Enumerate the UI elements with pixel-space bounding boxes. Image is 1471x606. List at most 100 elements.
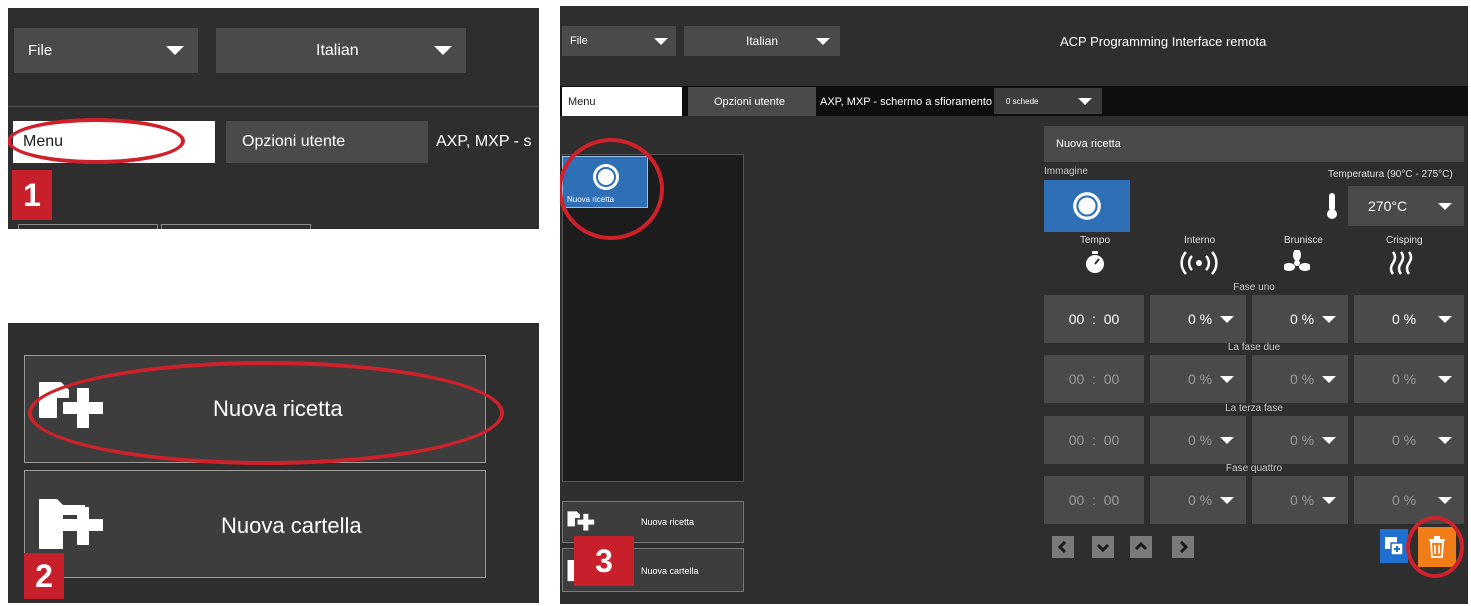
chevron-down-icon xyxy=(1322,315,1336,323)
phase-time-field[interactable]: 00 : 00 xyxy=(1044,295,1144,343)
tab-outline xyxy=(18,224,158,229)
phase-label: Fase uno xyxy=(1233,282,1275,293)
highlight-ring xyxy=(8,118,185,164)
file-dropdown-label: File xyxy=(570,35,588,47)
header-divider xyxy=(8,106,539,107)
phase-browning-value: 0 % xyxy=(1290,371,1315,387)
chevron-down-icon xyxy=(1438,436,1452,444)
chevron-down-icon xyxy=(816,37,830,45)
chevron-down-icon xyxy=(1220,496,1234,504)
temperature-dropdown[interactable]: 270°C xyxy=(1348,186,1464,226)
device-label-text: AXP, MXP - s xyxy=(436,133,532,150)
phase-internal-value: 0 % xyxy=(1188,492,1213,508)
new-folder-button[interactable]: Nuova cartella xyxy=(24,470,486,578)
phase-time-field[interactable]: 00 : 00 xyxy=(1044,476,1144,524)
cards-dropdown[interactable]: 0 schede xyxy=(994,88,1102,114)
phase-internal-value: 0 % xyxy=(1188,432,1213,448)
language-dropdown-label: Italian xyxy=(316,41,359,59)
step-badge: 2 xyxy=(24,553,64,599)
tab-user-options[interactable]: Opzioni utente xyxy=(688,87,816,116)
recipe-image-picker[interactable] xyxy=(1044,180,1130,232)
phase-label: Fase quattro xyxy=(1225,463,1283,474)
phase-time-value: 00 : 00 xyxy=(1068,371,1120,387)
device-label: AXP, MXP - schermo a sfioramento xyxy=(820,87,992,116)
tab-user-options[interactable]: Opzioni utente xyxy=(226,121,428,163)
fan-icon xyxy=(1284,250,1310,271)
temperature-label: Temperatura (90°C - 275°C) xyxy=(1328,169,1453,180)
phase-browning-value: 0 % xyxy=(1290,492,1315,508)
col-time-label: Tempo xyxy=(1080,235,1111,246)
phase-crisping-value: 0 % xyxy=(1392,371,1417,387)
tab-menu-label: Menu xyxy=(568,95,596,108)
phase-internal-dropdown[interactable]: 0 % xyxy=(1150,295,1246,343)
phase-crisping-dropdown[interactable]: 0 % xyxy=(1354,416,1464,464)
app-title: ACP Programming Interface remota xyxy=(1060,34,1267,49)
language-dropdown[interactable]: Italian xyxy=(684,26,840,56)
add-folder-icon xyxy=(39,499,103,549)
highlight-ring xyxy=(28,361,504,465)
move-up-button[interactable] xyxy=(1130,536,1152,558)
phase-internal-value: 0 % xyxy=(1188,311,1213,327)
phase-internal-dropdown[interactable]: 0 % xyxy=(1150,476,1246,524)
new-folder-button-label: Nuova cartella xyxy=(221,513,362,538)
phase-time-value: 00 : 00 xyxy=(1068,432,1120,448)
recipe-image-icon xyxy=(1073,192,1101,220)
phase-time-field[interactable]: 00 : 00 xyxy=(1044,355,1144,403)
phase-browning-value: 0 % xyxy=(1290,311,1315,327)
move-right-button[interactable] xyxy=(1172,536,1194,558)
chevron-right-icon xyxy=(1179,541,1189,553)
recipe-name-field[interactable]: Nuova ricetta xyxy=(1044,126,1464,162)
thermometer-icon xyxy=(1327,193,1337,219)
phase-browning-dropdown[interactable]: 0 % xyxy=(1252,476,1348,524)
chevron-down-icon xyxy=(1438,202,1452,210)
phase-browning-dropdown[interactable]: 0 % xyxy=(1252,416,1348,464)
image-label: Immagine xyxy=(1044,166,1088,177)
highlight-ring xyxy=(560,138,664,240)
col-browning-label: Brunisce xyxy=(1284,235,1323,246)
phase-label: La fase due xyxy=(1227,342,1281,353)
phase-browning-value: 0 % xyxy=(1290,432,1315,448)
chevron-up-icon xyxy=(1135,541,1147,551)
phase-time-field[interactable]: 00 : 00 xyxy=(1044,416,1144,464)
temperature-value: 270°C xyxy=(1368,198,1408,214)
phase-crisping-dropdown[interactable]: 0 % xyxy=(1354,295,1464,343)
chevron-down-icon xyxy=(1220,436,1234,444)
move-down-button[interactable] xyxy=(1092,536,1114,558)
phase-browning-dropdown[interactable]: 0 % xyxy=(1252,355,1348,403)
step-badge-number: 2 xyxy=(35,557,53,594)
chevron-down-icon xyxy=(434,46,452,55)
phase-internal-dropdown[interactable]: 0 % xyxy=(1150,355,1246,403)
tab-outline xyxy=(161,224,311,229)
duplicate-button[interactable] xyxy=(1380,529,1408,563)
chevron-down-icon xyxy=(166,46,184,55)
chevron-down-icon xyxy=(1438,315,1452,323)
phase-browning-dropdown[interactable]: 0 % xyxy=(1252,295,1348,343)
move-left-button[interactable] xyxy=(1052,536,1074,558)
probe-signal-icon xyxy=(1180,251,1218,275)
panel-step-1: File Italian Menu Opzioni utente AXP, MX… xyxy=(8,8,539,229)
tab-user-options-label: Opzioni utente xyxy=(714,95,785,108)
chevron-down-icon xyxy=(654,37,668,45)
phase-internal-value: 0 % xyxy=(1188,371,1213,387)
language-dropdown[interactable]: Italian xyxy=(216,28,466,73)
chevron-down-icon xyxy=(1220,375,1234,383)
panel-step-3: File Italian ACP Programming Interface r… xyxy=(560,6,1468,604)
chevron-left-icon xyxy=(1057,541,1067,553)
phase-internal-dropdown[interactable]: 0 % xyxy=(1150,416,1246,464)
col-crisping-label: Crisping xyxy=(1386,235,1423,246)
step-badge: 1 xyxy=(12,170,52,220)
step-badge-number: 1 xyxy=(23,176,41,213)
device-label-text: AXP, MXP - schermo a sfioramento xyxy=(820,95,992,108)
chevron-down-icon xyxy=(1322,496,1336,504)
file-dropdown[interactable]: File xyxy=(14,28,198,73)
chevron-down-icon xyxy=(1322,436,1336,444)
phase-crisping-dropdown[interactable]: 0 % xyxy=(1354,355,1464,403)
col-internal-label: Interno xyxy=(1184,235,1216,246)
new-folder-button-label: Nuova cartella xyxy=(641,566,699,576)
file-dropdown[interactable]: File xyxy=(562,26,676,56)
panel-step-2: Nuova ricetta Nuova cartella 2 xyxy=(8,323,539,603)
phase-label: La terza fase xyxy=(1225,403,1283,414)
tab-menu[interactable]: Menu xyxy=(562,87,682,116)
phase-crisping-dropdown[interactable]: 0 % xyxy=(1354,476,1464,524)
file-dropdown-label: File xyxy=(28,42,53,59)
